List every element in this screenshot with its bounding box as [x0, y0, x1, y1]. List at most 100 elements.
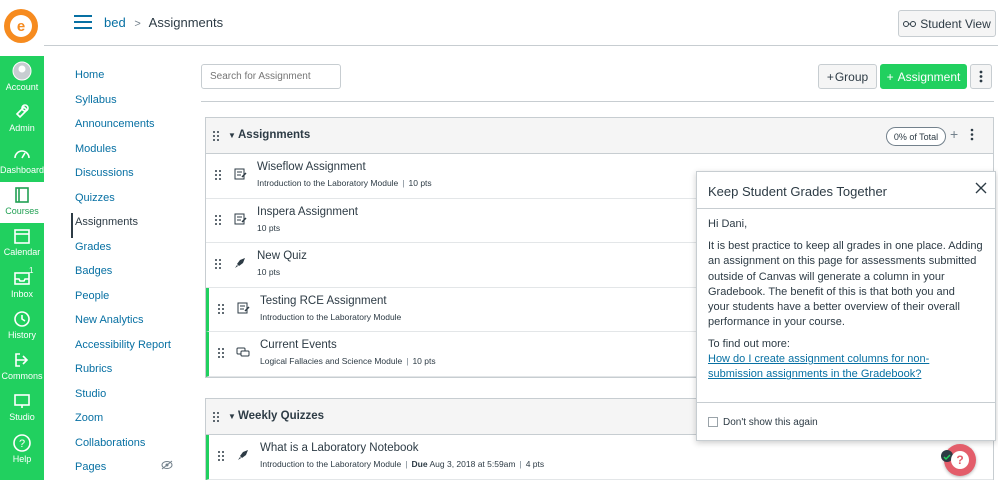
add-assignment-button[interactable]: + Assignment [880, 64, 967, 89]
drag-handle-icon[interactable] [212, 130, 220, 142]
toolbar-divider [201, 101, 994, 102]
global-nav-inbox[interactable]: Inbox 1 [0, 265, 44, 306]
course-nav-zoom[interactable]: Zoom [75, 409, 195, 434]
plus-icon: + [886, 69, 894, 84]
assignment-title-link[interactable]: Current Events [260, 339, 337, 351]
global-nav-account[interactable]: Account [0, 58, 44, 99]
course-nav-label: Collaborations [75, 436, 146, 449]
popover-body-line: It is best practice to keep all grades i… [708, 240, 983, 252]
meta-separator: | [406, 356, 409, 366]
global-nav-studio[interactable]: Studio [0, 388, 44, 429]
svg-text:e: e [17, 18, 25, 35]
popover-body-line: your students have a better overview of … [708, 301, 960, 314]
dont-show-checkbox[interactable] [708, 417, 718, 427]
dont-show-label: Don't show this again [723, 417, 818, 428]
global-nav-label: Studio [9, 412, 35, 423]
drag-handle-icon[interactable] [217, 450, 225, 462]
assignment-title-link[interactable]: Testing RCE Assignment [260, 295, 387, 307]
hidden-eye-icon [161, 460, 173, 470]
global-nav-label: Dashboard [0, 164, 45, 175]
course-nav-label: Assignments [75, 216, 138, 228]
assignment-title-link[interactable]: What is a Laboratory Notebook [260, 442, 419, 454]
course-nav-announcements[interactable]: Announcements [75, 115, 195, 140]
history-icon [14, 310, 30, 327]
assignment-title-link[interactable]: Wiseflow Assignment [257, 161, 366, 173]
course-nav-collaborations[interactable]: Collaborations [75, 434, 195, 459]
popover-link-line: submission assignments in the Gradebook? [708, 368, 922, 381]
course-nav-syllabus[interactable]: Syllabus [75, 91, 195, 116]
dashboard-icon [14, 149, 30, 159]
hamburger-menu-icon[interactable] [74, 15, 92, 29]
popover-title: Keep Student Grades Together [708, 184, 887, 199]
breadcrumb-course-link[interactable]: bed [104, 15, 126, 30]
popover-footer-divider [697, 402, 995, 403]
global-nav-help[interactable]: ? Help [0, 430, 44, 471]
canvas-logo[interactable]: e [0, 0, 44, 56]
global-nav-admin[interactable]: Admin [0, 99, 44, 140]
course-nav-assignments[interactable]: Assignments [71, 213, 195, 238]
assignment-points: 10 pts [257, 222, 281, 233]
global-nav-dashboard[interactable]: Dashboard [0, 141, 44, 182]
add-group-button[interactable]: + Group [818, 64, 877, 89]
assignment-points: 4 pts [525, 459, 545, 469]
course-nav-studio[interactable]: Studio [75, 385, 195, 410]
drag-handle-icon[interactable] [217, 303, 225, 315]
assignment-group-header[interactable]: ▼ Assignments 0% of Total + [206, 118, 993, 154]
popover-body: It is best practice to keep all grades i… [708, 239, 993, 331]
popover-more-label: To find out more: [708, 338, 790, 350]
collapse-caret-icon[interactable]: ▼ [228, 412, 236, 421]
course-nav-new-analytics[interactable]: New Analytics [75, 311, 195, 336]
discussion-icon [236, 347, 250, 357]
student-view-button[interactable]: Student View [898, 10, 996, 37]
help-bubble-button[interactable]: ? [941, 444, 976, 476]
course-nav-accessibility-report[interactable]: Accessibility Report [75, 336, 195, 361]
search-assignment-input[interactable] [201, 64, 341, 89]
course-nav-label: Studio [75, 387, 107, 400]
assignment-title-link[interactable]: Inspera Assignment [257, 206, 358, 218]
drag-handle-icon[interactable] [214, 258, 222, 270]
course-nav-rubrics[interactable]: Rubrics [75, 360, 195, 385]
course-nav-pages[interactable]: Pages [75, 458, 195, 480]
assignment-module: Logical Fallacies and Science Module [260, 356, 403, 366]
drag-handle-icon[interactable] [214, 214, 222, 226]
popover-body-line: Gradebook. The benefit of this is that b… [708, 285, 955, 298]
meta-separator: | [405, 459, 408, 469]
settings-kebab-button[interactable] [970, 64, 992, 89]
course-nav-discussions[interactable]: Discussions [75, 164, 195, 189]
assignment-points: 10 pts [257, 267, 281, 277]
course-nav-badges[interactable]: Badges [75, 262, 195, 287]
global-nav-label: Commons [1, 371, 43, 382]
add-to-group-icon[interactable]: + [950, 126, 958, 142]
global-nav-label: Calendar [3, 247, 41, 258]
global-nav-commons[interactable]: Commons [0, 347, 44, 388]
popover-body-line: an assignment on this page for assessmen… [708, 255, 977, 268]
collapse-caret-icon[interactable]: ▼ [228, 131, 236, 140]
assignment-row[interactable]: What is a Laboratory Notebook Introductio… [206, 435, 993, 480]
course-nav-home[interactable]: Home [75, 66, 195, 91]
global-nav-history[interactable]: History [0, 306, 44, 347]
assignment-title-link[interactable]: New Quiz [257, 250, 307, 262]
popover-help-link[interactable]: How do I create assignment columns for n… [708, 352, 993, 383]
close-icon[interactable] [975, 182, 987, 194]
course-nav-modules[interactable]: Modules [75, 140, 195, 165]
drag-handle-icon[interactable] [214, 169, 222, 181]
add-group-label: Group [834, 69, 869, 84]
course-nav-label: New Analytics [75, 314, 144, 326]
course-nav-grades[interactable]: Grades [75, 238, 195, 263]
global-nav-courses[interactable]: Courses [0, 181, 44, 223]
breadcrumb: bed > Assignments [104, 15, 223, 30]
meta-separator: | [519, 459, 522, 469]
assignment-icon [234, 213, 247, 224]
assignment-meta: Introduction to the Laboratory Module [260, 312, 401, 322]
global-nav: e Account Admin Dashboard Courses Calendar In… [0, 0, 44, 480]
popover-body-line: performance in your course. [708, 316, 845, 329]
assignment-meta: Logical Fallacies and Science Module | 10 … [260, 356, 436, 366]
assignment-meta: Introduction to the Laboratory Module | 10… [257, 178, 432, 188]
drag-handle-icon[interactable] [217, 347, 225, 359]
drag-handle-icon[interactable] [212, 411, 220, 423]
course-nav-quizzes[interactable]: Quizzes [75, 189, 195, 214]
course-nav-people[interactable]: People [75, 287, 195, 312]
global-nav-calendar[interactable]: Calendar [0, 223, 44, 264]
kebab-icon [979, 70, 983, 83]
group-kebab-icon[interactable] [970, 128, 974, 141]
